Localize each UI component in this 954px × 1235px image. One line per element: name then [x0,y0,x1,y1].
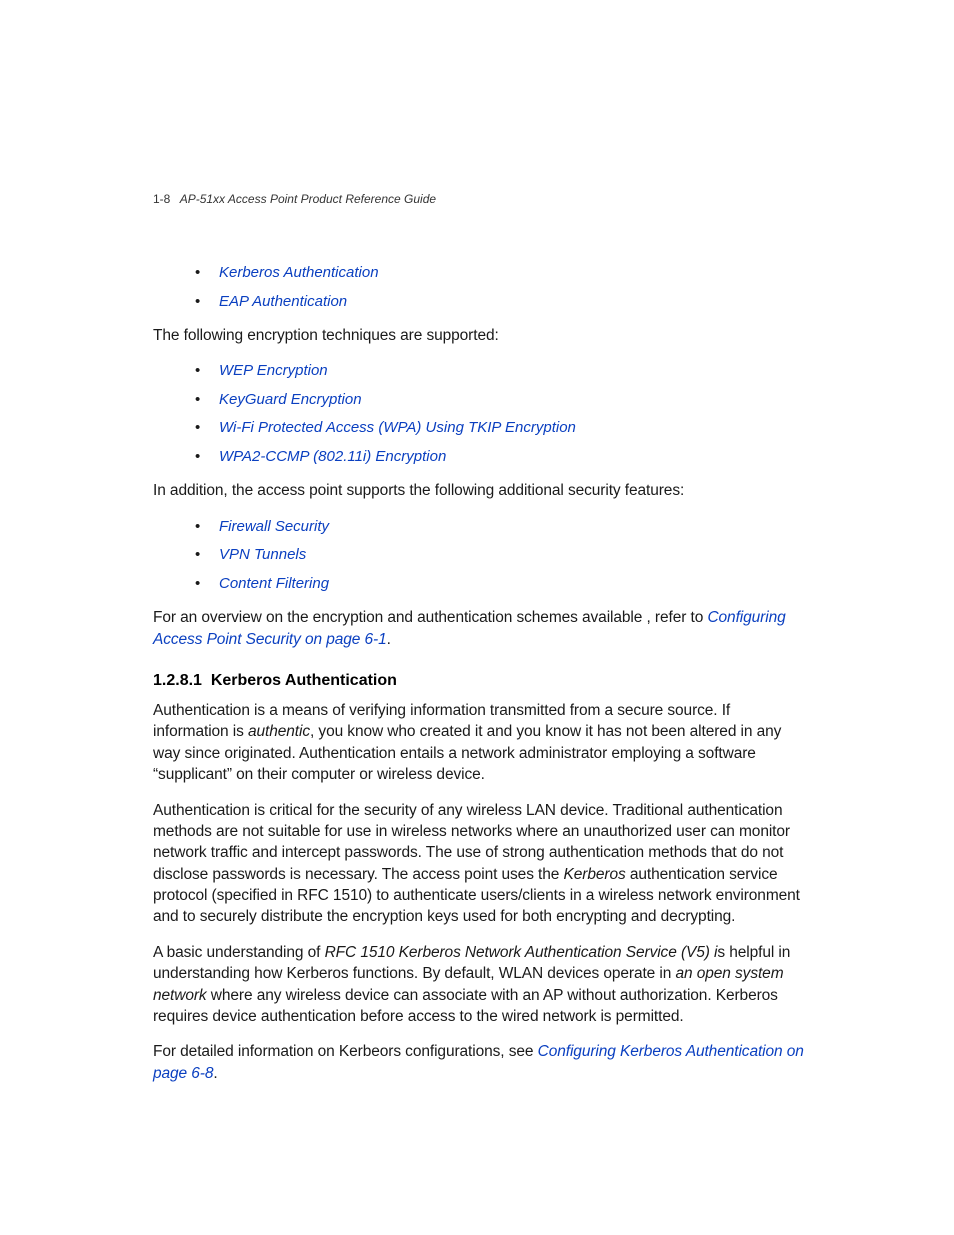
paragraph-3: A basic understanding of RFC 1510 Kerber… [153,942,804,1028]
link-content-filtering[interactable]: Content Filtering [219,575,329,592]
link-kerberos-auth[interactable]: Kerberos Authentication [219,264,379,281]
encryption-intro: The following encryption techniques are … [153,325,804,346]
link-wpa-tkip[interactable]: Wi-Fi Protected Access (WPA) Using TKIP … [219,419,576,436]
list-item: VPN Tunnels [195,544,804,567]
p4a: For detailed information on Kerbeors con… [153,1043,538,1060]
list-item: Firewall Security [195,516,804,539]
p3e: where any wireless device can associate … [153,987,778,1025]
list-item: WPA2-CCMP (802.11i) Encryption [195,446,804,469]
link-wep[interactable]: WEP Encryption [219,362,328,379]
section-heading: 1.2.8.1 Kerberos Authentication [153,672,804,690]
list-item: EAP Authentication [195,291,804,314]
list-item: Wi-Fi Protected Access (WPA) Using TKIP … [195,417,804,440]
link-eap-auth[interactable]: EAP Authentication [219,293,347,310]
p3b: RFC 1510 Kerberos Network Authentication… [325,944,718,961]
p2b: Kerberos [564,866,626,883]
link-wpa2-ccmp[interactable]: WPA2-CCMP (802.11i) Encryption [219,448,446,465]
additional-intro: In addition, the access point supports t… [153,480,804,501]
p3a: A basic understanding of [153,944,325,961]
additional-list: Firewall Security VPN Tunnels Content Fi… [153,516,804,596]
overview-post: . [387,631,391,648]
list-item: Content Filtering [195,573,804,596]
section-title: Kerberos Authentication [211,672,397,689]
authentication-list: Kerberos Authentication EAP Authenticati… [153,262,804,313]
section-number: 1.2.8.1 [153,672,202,689]
paragraph-1: Authentication is a means of verifying i… [153,700,804,786]
list-item: WEP Encryption [195,360,804,383]
page-number: 1-8 [153,192,170,206]
link-vpn[interactable]: VPN Tunnels [219,546,306,563]
document-page: 1-8 AP-51xx Access Point Product Referen… [0,0,954,1084]
guide-title: AP-51xx Access Point Product Reference G… [180,192,436,206]
list-item: KeyGuard Encryption [195,389,804,412]
paragraph-4: For detailed information on Kerbeors con… [153,1041,804,1084]
encryption-list: WEP Encryption KeyGuard Encryption Wi-Fi… [153,360,804,468]
page-header: 1-8 AP-51xx Access Point Product Referen… [153,192,804,206]
link-keyguard[interactable]: KeyGuard Encryption [219,391,362,408]
paragraph-2: Authentication is critical for the secur… [153,800,804,928]
list-item: Kerberos Authentication [195,262,804,285]
link-firewall[interactable]: Firewall Security [219,518,329,535]
overview-pre: For an overview on the encryption and au… [153,609,707,626]
p4c: . [213,1065,217,1082]
p1b: authentic [248,723,310,740]
overview-paragraph: For an overview on the encryption and au… [153,607,804,650]
